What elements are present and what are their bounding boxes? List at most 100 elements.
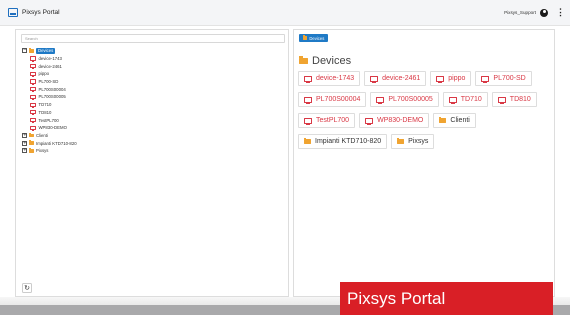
- folder-icon: [439, 117, 447, 123]
- tree-folder-item[interactable]: + Impianti KTD710-820: [22, 139, 77, 147]
- folder-card[interactable]: Clienti: [433, 113, 476, 128]
- card-label: Pixsys: [408, 138, 429, 145]
- device-tree: − Devices device-1743 device-2461 pippo PL7…: [22, 47, 77, 155]
- monitor-icon: [376, 96, 385, 105]
- folder-icon: [397, 138, 405, 144]
- tree-root[interactable]: − Devices: [22, 47, 77, 55]
- folder-card[interactable]: Impianti KTD710-820: [298, 134, 388, 149]
- breadcrumb[interactable]: Devices: [299, 34, 329, 42]
- tree-folder-item[interactable]: + Clienti: [22, 132, 77, 140]
- monitor-icon: [304, 96, 312, 105]
- tree-device-label: device-1743: [38, 56, 62, 62]
- card-grid: device-1743 device-2461 pippo PL700-SD PL700…: [298, 71, 554, 155]
- monitor-icon: [30, 102, 36, 108]
- tree-device-item[interactable]: device-1743: [22, 55, 77, 63]
- monitor-icon: [448, 96, 457, 105]
- monitor-icon: [30, 56, 36, 62]
- tree-folder-label: Impianti KTD710-820: [36, 140, 77, 146]
- monitor-icon: [30, 71, 36, 78]
- tree-device-label: TD710: [38, 102, 52, 108]
- tree-device-item[interactable]: pippo: [22, 70, 77, 78]
- card-label: PL700S00005: [388, 96, 433, 103]
- tree-device-label: PL700S00004: [38, 86, 66, 92]
- card-label: PL700S00004: [316, 96, 361, 103]
- folder-icon: [303, 35, 308, 40]
- device-card[interactable]: PL700S00005: [370, 92, 439, 107]
- tree-device-label: TestPL700: [38, 117, 59, 123]
- device-card[interactable]: TestPL700: [298, 113, 356, 128]
- tree-device-item[interactable]: PL700-SD: [22, 78, 77, 86]
- monitor-icon: [30, 117, 36, 124]
- top-bar: Pixsys Portal Pixsys_Support ⋮: [0, 0, 570, 26]
- card-label: TestPL700: [316, 117, 350, 124]
- monitor-icon: [370, 75, 379, 84]
- more-vertical-icon[interactable]: ⋮: [556, 8, 565, 17]
- tree-folder-item[interactable]: + Pixsys: [22, 147, 77, 155]
- monitor-icon: [436, 75, 445, 84]
- monitor-icon: [365, 117, 374, 126]
- folder-icon: [304, 138, 311, 144]
- monitor-logo-icon: [8, 8, 18, 17]
- device-card[interactable]: PL700S00004: [298, 92, 367, 107]
- tree-device-item[interactable]: PL700S00004: [22, 85, 77, 93]
- tree-device-item[interactable]: TestPL700: [22, 116, 77, 124]
- page-title-label: Devices: [312, 55, 352, 67]
- monitor-icon: [30, 79, 36, 85]
- tree-device-label: TD810: [38, 109, 52, 115]
- monitor-icon: [481, 75, 490, 84]
- card-label: TD710: [460, 96, 482, 103]
- folder-icon: [29, 140, 34, 145]
- device-card[interactable]: pippo: [430, 71, 472, 86]
- collapse-icon[interactable]: −: [22, 48, 27, 54]
- page-title: Devices: [299, 55, 351, 67]
- caption-banner: Pixsys Portal: [340, 282, 553, 315]
- device-card[interactable]: TD810: [491, 92, 537, 107]
- card-label: device-1743: [316, 75, 355, 82]
- card-label: WP830-DEMO: [377, 117, 424, 124]
- card-label: Impianti KTD710-820: [315, 138, 382, 145]
- tree-folder-label: Clienti: [36, 132, 48, 138]
- tree-device-item[interactable]: TD710: [22, 101, 77, 109]
- folder-icon: [29, 132, 34, 138]
- expand-icon[interactable]: +: [22, 140, 27, 146]
- content-panel: Devices Devices device-1743 device-2461 pi…: [293, 29, 555, 297]
- folder-icon: [29, 48, 34, 53]
- tree-device-item[interactable]: device-2461: [22, 62, 77, 70]
- monitor-icon: [30, 110, 36, 116]
- expand-icon[interactable]: +: [22, 148, 27, 154]
- monitor-icon: [497, 96, 506, 105]
- card-label: device-2461: [382, 75, 421, 82]
- folder-card[interactable]: Pixsys: [391, 134, 435, 149]
- monitor-icon: [30, 87, 36, 93]
- monitor-icon: [30, 64, 36, 70]
- device-card[interactable]: PL700-SD: [475, 71, 532, 86]
- tree-device-item[interactable]: TD810: [22, 109, 77, 117]
- user-circle-icon[interactable]: [540, 8, 548, 17]
- card-label: PL700-SD: [493, 75, 526, 82]
- card-label: pippo: [448, 75, 466, 82]
- tree-device-item[interactable]: WP830-DEMO: [22, 124, 77, 132]
- breadcrumb-label: Devices: [309, 35, 325, 41]
- user-name[interactable]: Pixsys_Support: [504, 10, 536, 15]
- search-input[interactable]: [21, 34, 285, 43]
- tree-root-label[interactable]: Devices: [36, 47, 56, 54]
- tree-device-label: WP830-DEMO: [38, 125, 67, 131]
- monitor-icon: [30, 125, 36, 132]
- device-card[interactable]: device-1743: [298, 71, 361, 86]
- expand-icon[interactable]: +: [22, 132, 27, 138]
- folder-icon: [29, 148, 34, 153]
- folder-icon: [299, 56, 308, 65]
- device-card[interactable]: device-2461: [364, 71, 427, 86]
- tree-device-label: PL700-SD: [38, 79, 59, 85]
- card-label: TD810: [509, 96, 531, 103]
- tree-device-label: device-2461: [38, 63, 62, 69]
- tree-device-item[interactable]: PL700S00005: [22, 93, 77, 101]
- device-card[interactable]: WP830-DEMO: [359, 113, 430, 128]
- app-title: Pixsys Portal: [22, 9, 60, 16]
- refresh-button[interactable]: ↻: [22, 283, 32, 293]
- monitor-icon: [304, 75, 312, 84]
- tree-panel: − Devices device-1743device-2461 pippo PL7…: [15, 29, 289, 297]
- tree-device-label: pippo: [38, 71, 50, 77]
- tree-device-label: PL700S00005: [38, 94, 66, 100]
- device-card[interactable]: TD710: [442, 92, 488, 107]
